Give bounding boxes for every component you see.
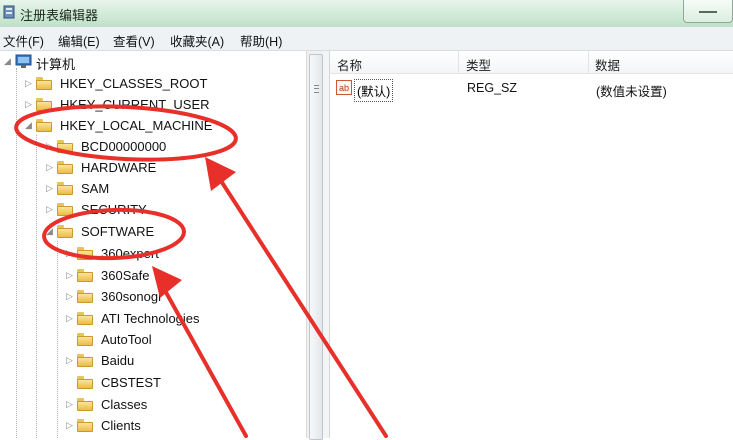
tree-label: HKEY_CURRENT_USER [60,97,210,112]
value-data: (数值未设置) [596,85,667,99]
tree-label: HKEY_CLASSES_ROOT [60,76,208,91]
folder-icon [77,247,93,260]
collapse-icon[interactable]: ◢ [25,119,34,131]
tree-line [16,68,17,438]
folder-icon [77,290,93,303]
computer-icon [15,54,32,68]
tree-label: 360expert [101,246,159,261]
tree-label: 360Safe [101,268,150,283]
pane-splitter[interactable] [323,51,330,438]
expand-icon[interactable]: ▷ [46,140,55,152]
column-header: 名称 类型 数据 [330,51,733,74]
folder-icon [77,312,93,325]
tree-line [57,241,58,438]
grip-icon [314,85,319,93]
expand-icon[interactable]: ▷ [66,419,75,431]
folder-icon [77,398,93,411]
folder-icon [77,376,93,389]
expand-icon[interactable]: ▷ [66,312,75,324]
minimize-icon [699,11,717,13]
scrollbar-thumb[interactable] [309,54,323,440]
ab-string-icon: ab [336,80,352,95]
expand-icon[interactable]: ▷ [66,354,75,366]
expand-icon[interactable]: ▷ [25,98,34,110]
collapse-icon[interactable]: ◢ [4,55,13,67]
folder-icon [57,225,73,238]
tree-label: CBSTEST [101,375,161,390]
folder-icon [57,161,73,174]
tree-label: SECURITY [81,202,147,217]
expand-icon[interactable]: ▷ [66,247,75,259]
tree-label: Classes [101,397,148,412]
menu-edit[interactable]: 编辑(E) [58,31,100,50]
title-bar: 注册表编辑器 [0,0,733,27]
folder-icon [77,333,93,346]
expand-icon[interactable]: ▷ [46,161,55,173]
column-data[interactable]: 数据 [595,55,620,74]
folder-icon [36,98,52,111]
tree-label: HARDWARE [81,160,157,175]
folder-icon [77,269,93,282]
expand-icon[interactable]: ▷ [46,182,55,194]
expand-icon[interactable]: ▷ [66,398,75,410]
tree-label: 计算机 [36,57,76,72]
menu-file[interactable]: 文件(F) [3,31,44,50]
value-type: REG_SZ [467,81,518,95]
tree-label: Baidu [101,353,135,368]
expand-icon[interactable]: ▷ [66,269,75,281]
value-list[interactable]: 名称 类型 数据 ab (默认) REG_SZ (数值未设置) [330,51,733,438]
expand-icon[interactable]: ▷ [66,290,75,302]
tree-line [36,135,37,438]
folder-icon [36,119,52,132]
tree-label: SOFTWARE [81,224,155,239]
minimize-button[interactable] [683,0,733,23]
regedit-icon [3,5,15,19]
tree-label: AutoTool [101,332,152,347]
folder-icon [77,354,93,367]
expand-icon[interactable]: ▷ [46,203,55,215]
menu-view[interactable]: 查看(V) [113,31,155,50]
tree-label: SAM [81,181,110,196]
tree-label: BCD00000000 [81,139,167,154]
menu-bar: 文件(F) 编辑(E) 查看(V) 收藏夹(A) 帮助(H) [0,27,733,51]
folder-icon [36,77,52,90]
column-divider[interactable] [458,51,459,73]
folder-icon [57,182,73,195]
folder-icon [77,419,93,432]
window-title: 注册表编辑器 [20,8,99,23]
collapse-icon[interactable]: ◢ [46,225,55,237]
column-name[interactable]: 名称 [337,55,362,74]
column-type[interactable]: 类型 [466,55,491,74]
menu-help[interactable]: 帮助(H) [240,31,282,50]
folder-icon [57,203,73,216]
menu-favorites[interactable]: 收藏夹(A) [170,31,224,50]
expand-icon[interactable]: ▷ [25,77,34,89]
tree-label: ATI Technologies [101,311,200,326]
tree-label: 360sonogr [101,289,163,304]
column-divider[interactable] [588,51,589,73]
tree-scrollbar[interactable] [306,51,324,440]
tree-label: Clients [101,418,141,433]
folder-icon [57,140,73,153]
registry-tree[interactable]: ◢ 计算机 ▷ HKEY_CLASSES_ROOT ▷ HKEY_CURRENT… [0,51,306,438]
tree-label: HKEY_LOCAL_MACHINE [60,118,213,133]
value-name[interactable]: (默认) [354,79,394,102]
